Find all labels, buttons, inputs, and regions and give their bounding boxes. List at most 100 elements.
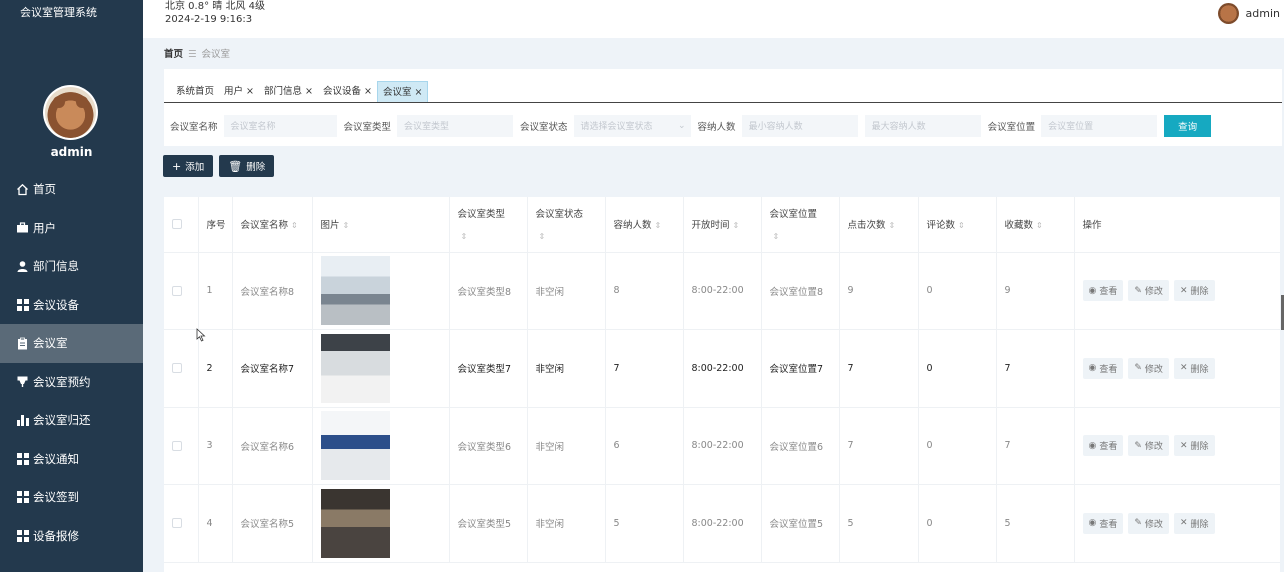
tab-meeting-rooms[interactable]: 会议室 × [376, 81, 429, 102]
edit-button[interactable]: ✎ 修改 [1128, 512, 1169, 534]
cell-image [312, 484, 450, 563]
sidebar-item-label: 会议室预约 [33, 374, 91, 389]
select-all-checkbox[interactable] [172, 219, 182, 230]
cell-capacity: 8 [605, 252, 684, 330]
sidebar-item-returns[interactable]: 会议室归还 [0, 401, 143, 440]
sidebar-item-repairs[interactable]: 设备报修 [0, 517, 143, 556]
cell-ops: ◉ 查看 ✎ 修改 ✕ 删除 [1074, 329, 1280, 408]
sidebar-item-label: 设备报修 [33, 528, 79, 543]
min-capacity-input[interactable]: 最小容纳人数 [741, 114, 858, 137]
delete-button[interactable]: 🗑 删除 [219, 155, 275, 177]
filter-card: 系统首页 用户 × 部门信息 × 会议设备 × 会议室 × 会议室名称 会议室名… [164, 69, 1282, 146]
user-menu[interactable]: admin [1217, 3, 1280, 24]
edit-button[interactable]: ✎ 修改 [1128, 435, 1169, 457]
room-photo [320, 333, 390, 403]
col-comments[interactable]: 评论数 ⇕ [918, 197, 997, 253]
edit-button[interactable]: ✎ 修改 [1128, 357, 1169, 379]
col-capacity[interactable]: 容纳人数 ⇕ [605, 197, 684, 253]
cell-image [312, 252, 450, 330]
name-filter-input[interactable]: 会议室名称 [223, 114, 337, 137]
row-checkbox[interactable] [172, 363, 182, 374]
clipboard-icon [16, 337, 29, 350]
sidebar-item-home[interactable]: 首页 [0, 170, 143, 209]
meeting-room-table: 序号 会议室名称 ⇕ 图片 ⇕ 会议室类型 ⇕ 会议室状态 ⇕ 容纳人数 ⇕ 开放时间 ⇕ … [164, 197, 1280, 572]
edit-icon: ✎ [1134, 285, 1142, 296]
add-button[interactable]: + 添加 [163, 155, 214, 177]
col-ops: 操作 [1074, 197, 1280, 253]
view-button[interactable]: ◉ 查看 [1082, 280, 1124, 302]
sidebar-item-checkin[interactable]: 会议签到 [0, 478, 143, 517]
sidebar-item-notices[interactable]: 会议通知 [0, 440, 143, 479]
view-button[interactable]: ◉ 查看 [1082, 357, 1124, 379]
sidebar-item-label: 首页 [33, 182, 56, 197]
search-filters: 会议室名称 会议室名称 会议室类型 会议室类型 会议室状态 请选择会议室状态 ⌄… [164, 114, 1282, 137]
cell-ops: ◉ 查看 ✎ 修改 ✕ 删除 [1074, 252, 1280, 330]
tab-devices[interactable]: 会议设备 × [318, 81, 377, 102]
delete-row-button[interactable]: ✕ 删除 [1173, 357, 1215, 379]
view-button[interactable]: ◉ 查看 [1082, 512, 1124, 534]
col-name-label: 会议室名称 [240, 220, 289, 232]
col-type[interactable]: 会议室类型 ⇕ [449, 197, 528, 253]
row-checkbox[interactable] [172, 285, 182, 296]
col-image[interactable]: 图片 ⇕ [312, 197, 450, 253]
table-row: 2 会议室名称7 会议室类型7 非空闲 7 8:00-22:00 会议室位置7 7 0 7 ◉ 查看 ✎… [164, 329, 1280, 408]
delete-row-button[interactable]: ✕ 删除 [1173, 512, 1215, 534]
sidebar-item-departments[interactable]: 部门信息 [0, 247, 143, 286]
delete-row-button[interactable]: ✕ 删除 [1173, 280, 1215, 302]
type-filter-input[interactable]: 会议室类型 [397, 114, 514, 137]
chevron-down-icon: ⌄ [678, 120, 686, 131]
col-name[interactable]: 会议室名称 ⇕ [232, 197, 313, 253]
grid-icon [16, 298, 29, 311]
view-label: 查看 [1099, 519, 1118, 530]
view-label: 查看 [1099, 442, 1118, 453]
edit-button[interactable]: ✎ 修改 [1128, 280, 1169, 302]
sort-icon[interactable]: ⇕ [461, 232, 468, 241]
cell-name: 会议室名称7 [232, 329, 313, 408]
avatar[interactable] [1217, 3, 1239, 24]
col-location[interactable]: 会议室位置 ⇕ [761, 197, 840, 253]
sidebar-item-meeting-rooms[interactable]: 会议室 [0, 324, 143, 363]
col-clicks[interactable]: 点击次数 ⇕ [839, 197, 919, 253]
sort-icon[interactable]: ⇕ [773, 232, 780, 241]
sort-icon[interactable]: ⇕ [655, 221, 662, 230]
sort-icon[interactable]: ⇕ [889, 221, 896, 230]
cell-comments: 0 [918, 329, 997, 408]
row-checkbox[interactable] [172, 440, 182, 451]
datetime: 2024-2-19 9:16:3 [165, 14, 253, 25]
breadcrumb-current: 会议室 [201, 49, 231, 60]
tab-departments[interactable]: 部门信息 × [259, 81, 318, 102]
search-button[interactable]: 查询 [1164, 114, 1212, 137]
sort-icon[interactable]: ⇕ [539, 232, 546, 241]
status-filter-select[interactable]: 请选择会议室状态 ⌄ [573, 114, 691, 137]
sort-icon[interactable]: ⇕ [291, 221, 298, 230]
sidebar-username: admin [50, 145, 93, 159]
sort-icon[interactable]: ⇕ [1036, 221, 1043, 230]
sort-icon[interactable]: ⇕ [343, 221, 350, 230]
cell-capacity: 7 [605, 329, 684, 408]
cell-type: 会议室类型8 [449, 252, 528, 330]
sort-icon[interactable]: ⇕ [733, 221, 740, 230]
col-hours[interactable]: 开放时间 ⇕ [683, 197, 762, 253]
top-header: 北京 0.8° 晴 北风 4级 2024-2-19 9:16:3 admin [143, 0, 1284, 38]
max-capacity-input[interactable]: 最大容纳人数 [864, 114, 981, 137]
sidebar-item-devices[interactable]: 会议设备 [0, 286, 143, 325]
col-type-label: 会议室类型 [457, 209, 506, 221]
breadcrumb-home[interactable]: 首页 [164, 49, 183, 60]
grid-icon [16, 452, 29, 465]
view-button[interactable]: ◉ 查看 [1082, 435, 1124, 457]
sidebar-item-reservations[interactable]: 会议室预约 [0, 363, 143, 402]
cell-index: 1 [198, 252, 233, 330]
location-filter-input[interactable]: 会议室位置 [1041, 114, 1158, 137]
col-comments-label: 评论数 [926, 220, 956, 232]
person-icon [16, 260, 29, 273]
sidebar-item-label: 会议设备 [33, 297, 79, 312]
podium-icon [16, 375, 29, 388]
col-status[interactable]: 会议室状态 ⇕ [527, 197, 606, 253]
tab-home[interactable]: 系统首页 [171, 81, 219, 102]
col-favorites[interactable]: 收藏数 ⇕ [996, 197, 1075, 253]
tab-users[interactable]: 用户 × [219, 81, 259, 102]
sidebar-item-users[interactable]: 用户 [0, 209, 143, 248]
row-checkbox[interactable] [172, 518, 182, 529]
delete-row-button[interactable]: ✕ 删除 [1173, 435, 1215, 457]
sort-icon[interactable]: ⇕ [958, 221, 965, 230]
